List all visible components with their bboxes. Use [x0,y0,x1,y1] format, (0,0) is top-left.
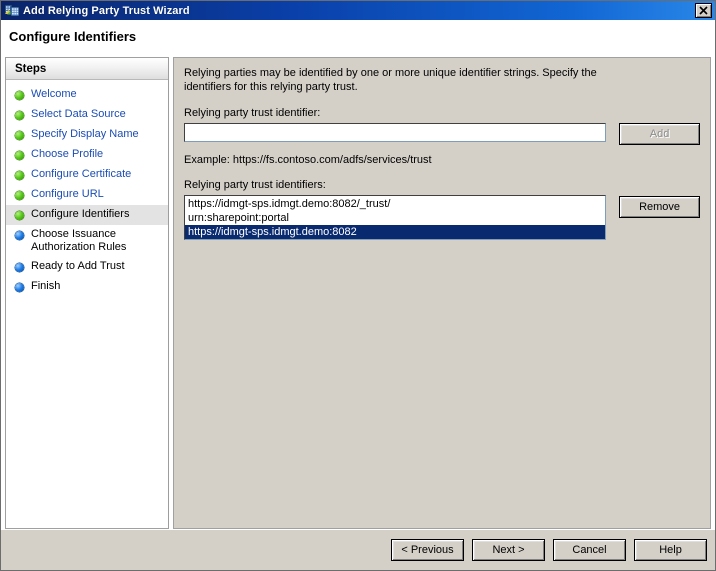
sidebar-item-configure-url[interactable]: Configure URL [6,185,168,205]
example-text: Example: https://fs.contoso.com/adfs/ser… [184,154,432,166]
sidebar-item-label: Configure URL [31,188,104,200]
next-button[interactable]: Next > [472,539,545,561]
sidebar-item-welcome[interactable]: Welcome [6,85,168,105]
sidebar-item-choose-profile[interactable]: Choose Profile [6,145,168,165]
steps-header: Steps [6,58,168,80]
page-title: Configure Identifiers [9,28,137,44]
steps-list: Welcome Select Data Source Specify Displ… [6,80,168,528]
title-bar[interactable]: Add Relying Party Trust Wizard [1,1,715,20]
step-bullet-done-icon [15,191,24,200]
wizard-icon [4,3,20,18]
identifier-field-label: Relying party trust identifier: [184,107,321,119]
sidebar-item-label: Configure Identifiers [31,208,130,220]
step-bullet-current-icon [15,211,24,220]
step-bullet-future-icon [15,283,24,292]
sidebar-item-configure-identifiers[interactable]: Configure Identifiers [6,205,168,225]
previous-button[interactable]: < Previous [391,539,464,561]
sidebar-item-label: Select Data Source [31,108,126,120]
identifier-input-row: Add [184,123,700,145]
sidebar-item-label: Finish [31,280,61,292]
window-title: Add Relying Party Trust Wizard [23,4,190,17]
sidebar-item-select-data-source[interactable]: Select Data Source [6,105,168,125]
sidebar-item-label: Ready to Add Trust [31,260,125,272]
sidebar-item-label: Choose Issuance Authorization Rules [31,228,127,253]
intro-text: Relying parties may be identified by one… [184,67,597,93]
close-icon[interactable] [695,3,712,18]
list-item[interactable]: urn:sharepoint:portal [185,211,605,225]
step-bullet-future-icon [15,263,24,272]
help-button[interactable]: Help [634,539,707,561]
sidebar-item-label: Specify Display Name [31,128,139,140]
sidebar-item-configure-certificate[interactable]: Configure Certificate [6,165,168,185]
step-bullet-future-icon [15,231,24,240]
list-item[interactable]: https://idmgt-sps.idmgt.demo:8082/_trust… [185,197,605,211]
sidebar-item-choose-issuance-authorization-rules[interactable]: Choose Issuance Authorization Rules [6,225,168,257]
step-bullet-done-icon [15,111,24,120]
cancel-button[interactable]: Cancel [553,539,626,561]
identifiers-listbox[interactable]: https://idmgt-sps.idmgt.demo:8082/_trust… [184,195,607,240]
identifiers-list-row: https://idmgt-sps.idmgt.demo:8082/_trust… [184,195,700,528]
steps-sidebar: Steps Welcome Select Data Source Specify… [5,57,169,529]
remove-button[interactable]: Remove [619,196,700,218]
sidebar-item-finish[interactable]: Finish [6,277,168,297]
steps-header-label: Steps [15,62,47,75]
sidebar-item-ready-to-add-trust[interactable]: Ready to Add Trust [6,257,168,277]
wizard-window: Add Relying Party Trust Wizard Configure… [0,0,716,571]
step-bullet-done-icon [15,131,24,140]
wizard-footer: < Previous Next > Cancel Help [1,529,715,570]
add-button[interactable]: Add [619,123,700,145]
page-header: Configure Identifiers [1,20,715,53]
sidebar-item-label: Welcome [31,88,77,100]
sidebar-item-specify-display-name[interactable]: Specify Display Name [6,125,168,145]
sidebar-item-label: Choose Profile [31,148,104,160]
list-item[interactable]: https://idmgt-sps.idmgt.demo:8082 [185,225,606,239]
step-bullet-done-icon [15,171,24,180]
wizard-body: Steps Welcome Select Data Source Specify… [1,53,715,529]
identifiers-list-label: Relying party trust identifiers: [184,179,326,191]
step-bullet-done-icon [15,151,24,160]
content-panel: Relying parties may be identified by one… [173,57,711,529]
step-bullet-done-icon [15,91,24,100]
identifier-input[interactable] [184,123,607,142]
sidebar-item-label: Configure Certificate [31,168,132,180]
